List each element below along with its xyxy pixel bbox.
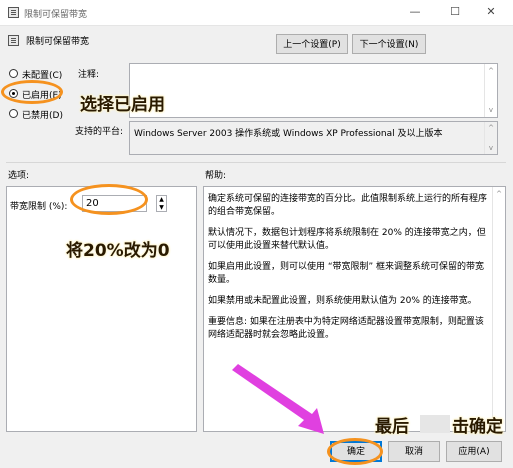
pointer-arrow xyxy=(232,364,324,434)
magenta-arrow-icon xyxy=(232,364,324,434)
